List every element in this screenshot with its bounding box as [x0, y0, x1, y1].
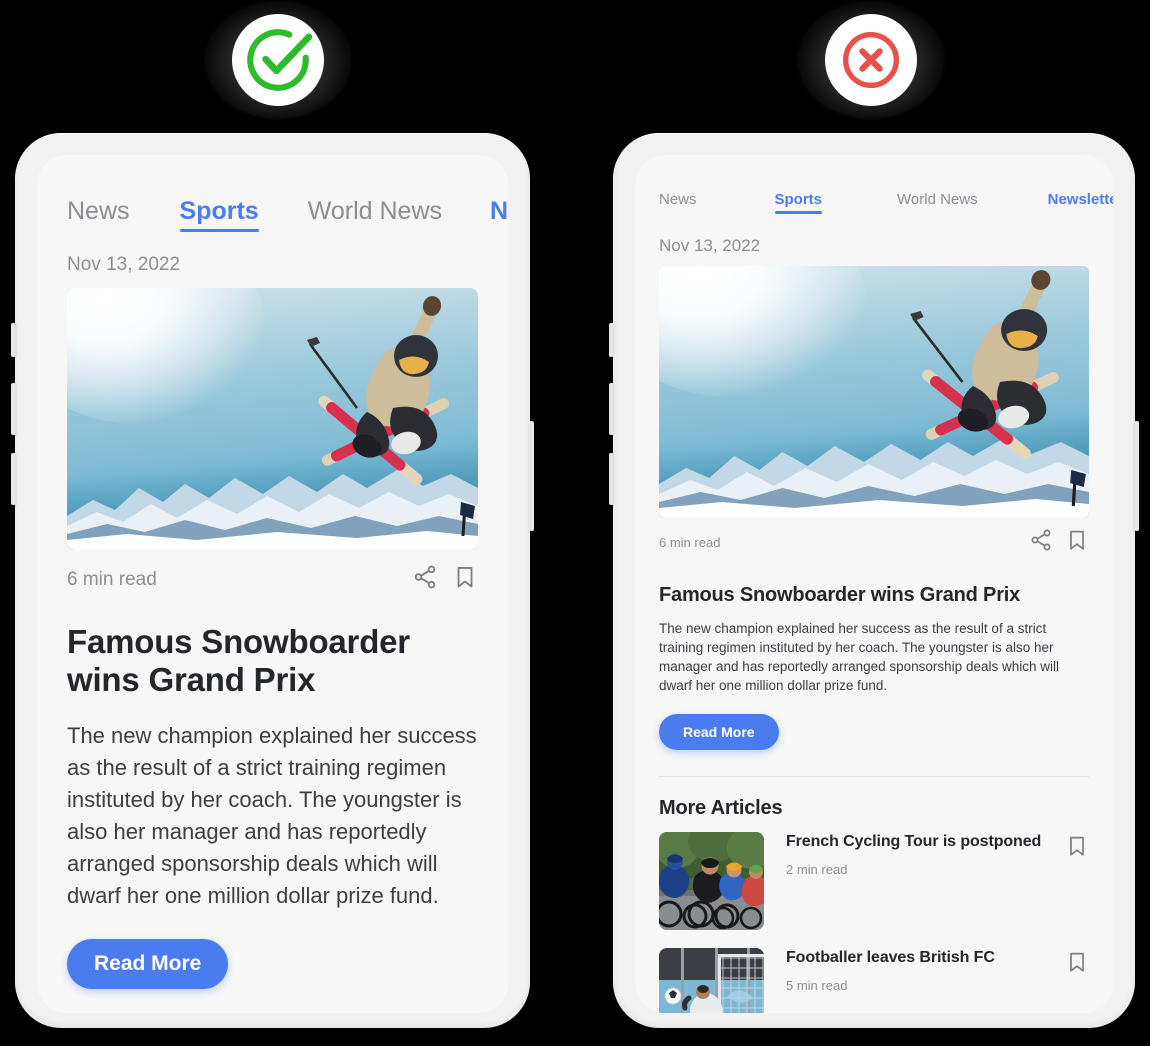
tab-news[interactable]: News	[67, 197, 130, 232]
more-articles-list: French Cycling Tour is postponed 2 min r…	[659, 831, 1089, 1013]
comparison-stage: News Sports World News Newsletter Nov 13…	[0, 0, 1150, 1046]
article-meta: 6 min read	[659, 528, 1089, 557]
hero-illustration	[659, 270, 1089, 518]
list-item[interactable]: Footballer leaves British FC 5 min read	[659, 947, 1089, 1013]
tab-bar: News Sports World News Newsletter	[67, 197, 508, 232]
hero-image	[659, 266, 1089, 518]
tab-label: News	[659, 191, 697, 208]
article-body: The new champion explained her success a…	[67, 723, 477, 908]
article-body: The new champion explained her success a…	[659, 621, 1059, 694]
tab-newsletter[interactable]: Newsletter	[1048, 191, 1113, 214]
check-circle-icon	[241, 23, 315, 97]
article-meta: 6 min read	[67, 564, 478, 595]
article-info: Footballer leaves British FC 5 min read	[786, 948, 1055, 993]
article-title: Footballer leaves British FC	[786, 948, 995, 966]
article-actions	[412, 564, 478, 595]
read-time: 6 min read	[659, 535, 721, 550]
bookmark-icon[interactable]	[1065, 528, 1089, 557]
silent-switch[interactable]	[11, 323, 16, 357]
article-read-time: 2 min read	[786, 861, 848, 877]
tab-label: Sports	[774, 191, 823, 208]
status-badge-correct	[202, 0, 354, 120]
x-circle-icon	[839, 28, 903, 92]
phone-mockup-bad: News Sports World News Newsletter Nov 13…	[609, 133, 1139, 1028]
article-title: French Cycling Tour is postponed	[786, 832, 1042, 850]
share-icon[interactable]	[412, 564, 438, 595]
phone-screen-good: News Sports World News Newsletter Nov 13…	[37, 155, 508, 1013]
active-tab-underline	[774, 211, 823, 214]
hero-image	[67, 288, 478, 550]
tab-label: Newsletter	[1047, 191, 1113, 208]
tab-bar: News Sports World News Newsletter	[659, 191, 1113, 214]
silent-switch[interactable]	[609, 323, 614, 357]
badge-disc	[232, 14, 324, 106]
article-thumbnail-cycling	[659, 831, 764, 930]
volume-down-button[interactable]	[11, 453, 16, 505]
article-date: Nov 13, 2022	[659, 236, 761, 255]
phone-mockup-good: News Sports World News Newsletter Nov 13…	[11, 133, 534, 1028]
tab-label: World News	[897, 191, 978, 208]
article-date: Nov 13, 2022	[67, 254, 181, 275]
tab-sports[interactable]: Sports	[179, 197, 259, 232]
power-button[interactable]	[1134, 421, 1139, 531]
article-read-time: 5 min read	[786, 977, 848, 993]
article-info: French Cycling Tour is postponed 2 min r…	[786, 832, 1055, 877]
more-articles-title: More Articles	[659, 796, 783, 819]
hero-illustration	[67, 296, 478, 550]
volume-up-button[interactable]	[11, 383, 16, 435]
article-headline: Famous Snowboarder wins Grand Prix	[659, 584, 1021, 606]
tab-newsletter[interactable]: Newsletter	[490, 197, 508, 232]
bookmark-icon[interactable]	[452, 564, 478, 595]
article-headline: Famous Snowboarder wins Grand Prix	[67, 623, 410, 698]
tab-world-news[interactable]: World News	[308, 197, 442, 232]
tab-label: Sports	[179, 197, 259, 225]
list-item[interactable]: French Cycling Tour is postponed 2 min r…	[659, 831, 1089, 930]
volume-up-button[interactable]	[609, 383, 614, 435]
tab-label: Newsletter	[490, 197, 508, 225]
tab-label: World News	[307, 197, 442, 225]
volume-down-button[interactable]	[609, 453, 614, 505]
tab-world-news[interactable]: World News	[897, 191, 978, 214]
article-thumbnail-football	[659, 947, 764, 1013]
status-badge-incorrect	[795, 0, 947, 120]
badge-disc	[825, 14, 917, 106]
read-more-button[interactable]: Read More	[67, 938, 229, 989]
article-actions	[1029, 528, 1089, 557]
tab-label: News	[67, 197, 130, 225]
section-divider	[659, 775, 1089, 777]
bookmark-icon[interactable]	[1065, 950, 1089, 979]
phone-screen-bad: News Sports World News Newsletter Nov 13…	[635, 155, 1113, 1013]
active-tab-underline	[179, 229, 259, 232]
read-time: 6 min read	[67, 568, 157, 590]
share-icon[interactable]	[1029, 528, 1053, 557]
tab-sports[interactable]: Sports	[774, 191, 823, 214]
tab-news[interactable]: News	[659, 191, 697, 214]
bookmark-icon[interactable]	[1065, 834, 1089, 863]
power-button[interactable]	[529, 421, 534, 531]
read-more-button[interactable]: Read More	[659, 713, 779, 750]
